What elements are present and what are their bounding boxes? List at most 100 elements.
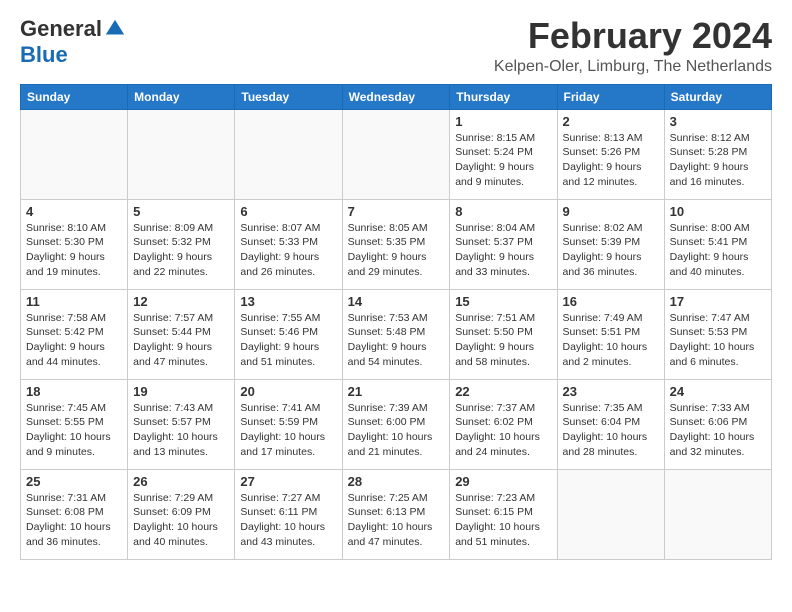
calendar-cell: [235, 109, 342, 199]
day-number: 29: [455, 474, 551, 489]
day-info: Sunrise: 7:58 AM Sunset: 5:42 PM Dayligh…: [26, 311, 122, 370]
day-info: Sunrise: 8:07 AM Sunset: 5:33 PM Dayligh…: [240, 221, 336, 280]
day-number: 18: [26, 384, 122, 399]
logo-blue: Blue: [20, 42, 68, 68]
day-info: Sunrise: 7:23 AM Sunset: 6:15 PM Dayligh…: [455, 491, 551, 550]
calendar-cell: 29 Sunrise: 7:23 AM Sunset: 6:15 PM Dayli…: [450, 469, 557, 559]
calendar-cell: 18Sunrise: 7:45 AM Sunset: 5:55 PM Dayli…: [21, 379, 128, 469]
calendar-cell: 14 Sunrise: 7:53 AM Sunset: 5:48 PM Dayli…: [342, 289, 450, 379]
day-number: 19: [133, 384, 229, 399]
day-number: 21: [348, 384, 445, 399]
day-info: Sunrise: 8:10 AM Sunset: 5:30 PM Dayligh…: [26, 221, 122, 280]
calendar-cell: 10 Sunrise: 8:00 AM Sunset: 5:41 PM Dayli…: [664, 199, 771, 289]
calendar-cell: [664, 469, 771, 559]
day-info: Sunrise: 7:47 AM Sunset: 5:53 PM Dayligh…: [670, 311, 766, 370]
day-number: 26: [133, 474, 229, 489]
calendar-cell: 20 Sunrise: 7:41 AM Sunset: 5:59 PM Dayli…: [235, 379, 342, 469]
day-info: Sunrise: 8:02 AM Sunset: 5:39 PM Dayligh…: [563, 221, 659, 280]
day-number: 15: [455, 294, 551, 309]
calendar-cell: 24Sunrise: 7:33 AM Sunset: 6:06 PM Dayli…: [664, 379, 771, 469]
weekday-header: Sunday: [21, 84, 128, 109]
day-info: Sunrise: 7:37 AM Sunset: 6:02 PM Dayligh…: [455, 401, 551, 460]
calendar-cell: [21, 109, 128, 199]
calendar-cell: 9 Sunrise: 8:02 AM Sunset: 5:39 PM Daylig…: [557, 199, 664, 289]
day-number: 11: [26, 294, 122, 309]
day-number: 4: [26, 204, 122, 219]
day-info: Sunrise: 7:43 AM Sunset: 5:57 PM Dayligh…: [133, 401, 229, 460]
weekday-header: Tuesday: [235, 84, 342, 109]
day-number: 5: [133, 204, 229, 219]
day-number: 13: [240, 294, 336, 309]
calendar-cell: 21Sunrise: 7:39 AM Sunset: 6:00 PM Dayli…: [342, 379, 450, 469]
calendar-cell: 11 Sunrise: 7:58 AM Sunset: 5:42 PM Dayli…: [21, 289, 128, 379]
day-number: 9: [563, 204, 659, 219]
calendar-cell: [557, 469, 664, 559]
day-number: 20: [240, 384, 336, 399]
header: General Blue February 2024 Kelpen-Oler, …: [20, 16, 772, 76]
calendar-cell: 5 Sunrise: 8:09 AM Sunset: 5:32 PM Daylig…: [128, 199, 235, 289]
calendar-week-row: 4 Sunrise: 8:10 AM Sunset: 5:30 PM Daylig…: [21, 199, 772, 289]
day-info: Sunrise: 8:00 AM Sunset: 5:41 PM Dayligh…: [670, 221, 766, 280]
day-info: Sunrise: 8:09 AM Sunset: 5:32 PM Dayligh…: [133, 221, 229, 280]
calendar-cell: 12Sunrise: 7:57 AM Sunset: 5:44 PM Dayli…: [128, 289, 235, 379]
day-number: 8: [455, 204, 551, 219]
calendar-cell: 25 Sunrise: 7:31 AM Sunset: 6:08 PM Dayli…: [21, 469, 128, 559]
day-info: Sunrise: 8:04 AM Sunset: 5:37 PM Dayligh…: [455, 221, 551, 280]
day-info: Sunrise: 7:27 AM Sunset: 6:11 PM Dayligh…: [240, 491, 336, 550]
day-number: 16: [563, 294, 659, 309]
calendar-cell: 23 Sunrise: 7:35 AM Sunset: 6:04 PM Dayli…: [557, 379, 664, 469]
weekday-header: Monday: [128, 84, 235, 109]
logo-icon: [104, 18, 126, 40]
day-info: Sunrise: 8:13 AM Sunset: 5:26 PM Dayligh…: [563, 131, 659, 190]
day-info: Sunrise: 7:29 AM Sunset: 6:09 PM Dayligh…: [133, 491, 229, 550]
title-area: February 2024 Kelpen-Oler, Limburg, The …: [494, 16, 772, 76]
calendar-cell: 28 Sunrise: 7:25 AM Sunset: 6:13 PM Dayli…: [342, 469, 450, 559]
day-number: 25: [26, 474, 122, 489]
location-title: Kelpen-Oler, Limburg, The Netherlands: [494, 58, 772, 76]
day-info: Sunrise: 7:41 AM Sunset: 5:59 PM Dayligh…: [240, 401, 336, 460]
weekday-header: Thursday: [450, 84, 557, 109]
month-title: February 2024: [494, 16, 772, 56]
calendar-cell: 27 Sunrise: 7:27 AM Sunset: 6:11 PM Dayli…: [235, 469, 342, 559]
day-number: 7: [348, 204, 445, 219]
day-number: 27: [240, 474, 336, 489]
weekday-header: Saturday: [664, 84, 771, 109]
logo: General Blue: [20, 16, 126, 68]
day-number: 28: [348, 474, 445, 489]
day-info: Sunrise: 7:25 AM Sunset: 6:13 PM Dayligh…: [348, 491, 445, 550]
calendar-cell: 26 Sunrise: 7:29 AM Sunset: 6:09 PM Dayli…: [128, 469, 235, 559]
calendar-cell: 16 Sunrise: 7:49 AM Sunset: 5:51 PM Dayli…: [557, 289, 664, 379]
calendar-week-row: 18Sunrise: 7:45 AM Sunset: 5:55 PM Dayli…: [21, 379, 772, 469]
calendar-cell: 6 Sunrise: 8:07 AM Sunset: 5:33 PM Daylig…: [235, 199, 342, 289]
day-number: 22: [455, 384, 551, 399]
day-number: 10: [670, 204, 766, 219]
day-number: 14: [348, 294, 445, 309]
day-number: 24: [670, 384, 766, 399]
calendar-cell: 17 Sunrise: 7:47 AM Sunset: 5:53 PM Dayli…: [664, 289, 771, 379]
calendar-cell: 2 Sunrise: 8:13 AM Sunset: 5:26 PM Daylig…: [557, 109, 664, 199]
day-info: Sunrise: 8:05 AM Sunset: 5:35 PM Dayligh…: [348, 221, 445, 280]
day-number: 17: [670, 294, 766, 309]
day-number: 2: [563, 114, 659, 129]
day-number: 3: [670, 114, 766, 129]
day-number: 6: [240, 204, 336, 219]
calendar-cell: [342, 109, 450, 199]
calendar-cell: 1Sunrise: 8:15 AM Sunset: 5:24 PM Daylig…: [450, 109, 557, 199]
calendar-cell: 15Sunrise: 7:51 AM Sunset: 5:50 PM Dayli…: [450, 289, 557, 379]
weekday-header: Wednesday: [342, 84, 450, 109]
calendar-week-row: 25 Sunrise: 7:31 AM Sunset: 6:08 PM Dayli…: [21, 469, 772, 559]
day-info: Sunrise: 7:57 AM Sunset: 5:44 PM Dayligh…: [133, 311, 229, 370]
day-info: Sunrise: 7:53 AM Sunset: 5:48 PM Dayligh…: [348, 311, 445, 370]
day-info: Sunrise: 8:12 AM Sunset: 5:28 PM Dayligh…: [670, 131, 766, 190]
weekday-header: Friday: [557, 84, 664, 109]
calendar-cell: 3 Sunrise: 8:12 AM Sunset: 5:28 PM Daylig…: [664, 109, 771, 199]
day-info: Sunrise: 7:35 AM Sunset: 6:04 PM Dayligh…: [563, 401, 659, 460]
day-info: Sunrise: 7:49 AM Sunset: 5:51 PM Dayligh…: [563, 311, 659, 370]
logo-general: General: [20, 16, 102, 42]
weekday-header-row: SundayMondayTuesdayWednesdayThursdayFrid…: [21, 84, 772, 109]
calendar-week-row: 1Sunrise: 8:15 AM Sunset: 5:24 PM Daylig…: [21, 109, 772, 199]
day-number: 23: [563, 384, 659, 399]
day-info: Sunrise: 7:55 AM Sunset: 5:46 PM Dayligh…: [240, 311, 336, 370]
calendar-cell: 13 Sunrise: 7:55 AM Sunset: 5:46 PM Dayli…: [235, 289, 342, 379]
day-info: Sunrise: 7:31 AM Sunset: 6:08 PM Dayligh…: [26, 491, 122, 550]
